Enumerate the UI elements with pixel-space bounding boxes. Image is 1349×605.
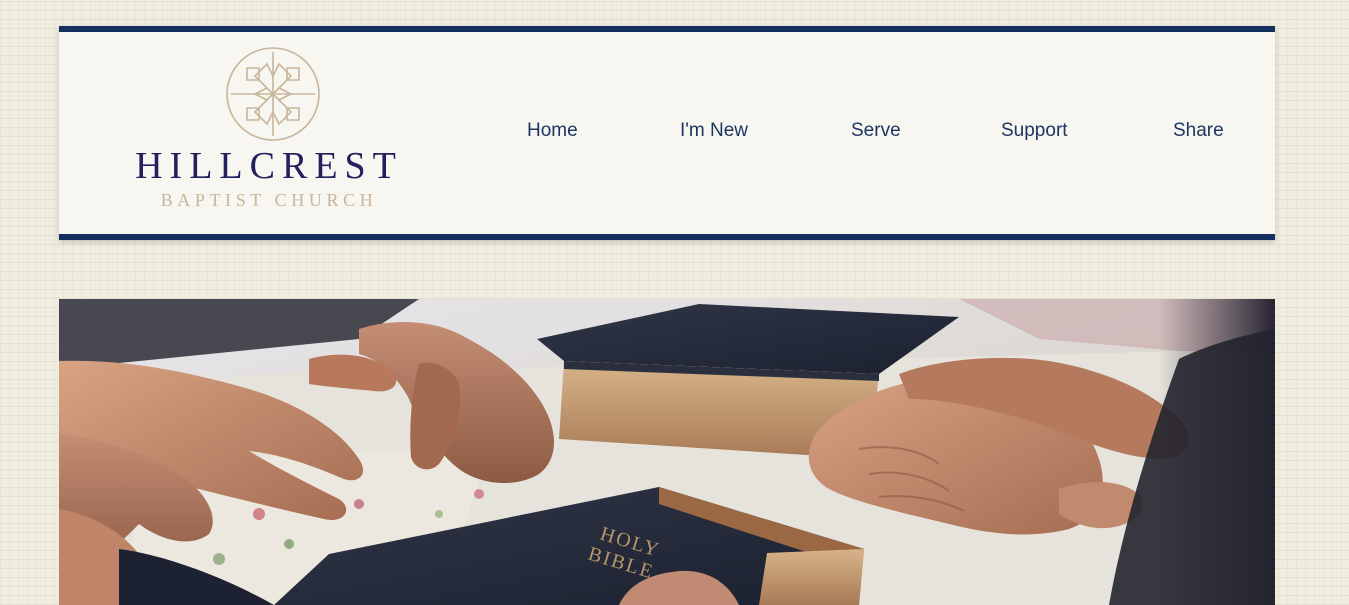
cross-ornament-icon [226, 47, 320, 141]
nav-item-support[interactable]: Support [1001, 120, 1068, 142]
praying-hands-photo: HOLY BIBLE [59, 299, 1275, 605]
nav-item-serve[interactable]: Serve [851, 120, 901, 142]
main-nav: Home I'm New Serve Support Share [489, 120, 1275, 150]
nav-item-im-new[interactable]: I'm New [680, 120, 748, 142]
nav-item-home[interactable]: Home [527, 120, 578, 142]
church-name: HILLCREST [135, 145, 403, 187]
site-logo[interactable]: HILLCREST BAPTIST CHURCH [121, 46, 421, 216]
site-header: HILLCREST BAPTIST CHURCH Home I'm New Se… [59, 26, 1275, 240]
church-subtitle: BAPTIST CHURCH [160, 190, 378, 210]
hero-image: HOLY BIBLE [59, 299, 1275, 605]
nav-item-share[interactable]: Share [1173, 120, 1224, 142]
